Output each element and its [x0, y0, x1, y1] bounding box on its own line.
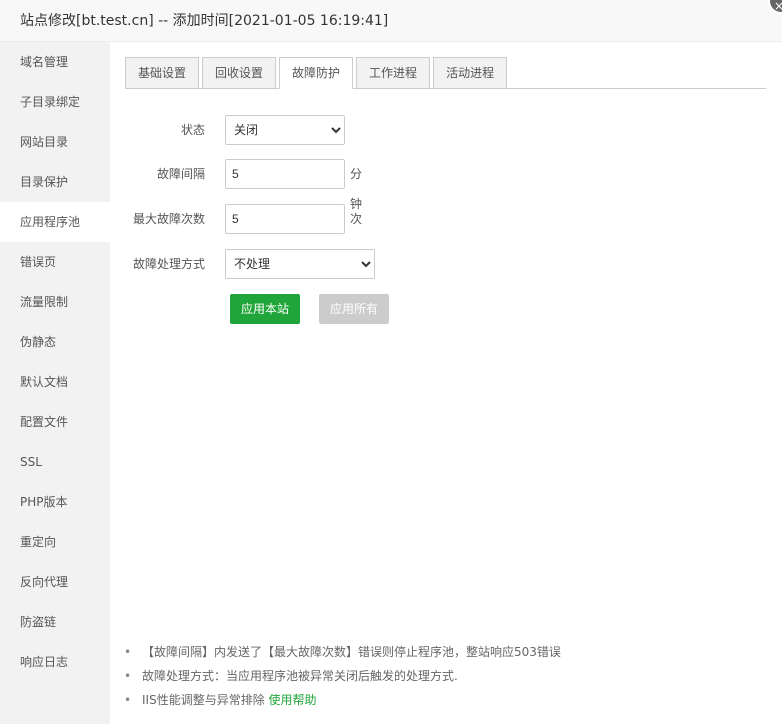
sidebar-item[interactable]: SSL — [0, 442, 110, 482]
status-label: 状态 — [180, 123, 205, 137]
sidebar-item[interactable]: PHP版本 — [0, 482, 110, 522]
sidebar: 域名管理 子目录绑定 网站目录 目录保护 应用程序池 错误页 流量限制 伪静态 … — [0, 42, 110, 724]
sidebar-item[interactable]: 伪静态 — [0, 322, 110, 362]
tab-bar: 基础设置 回收设置 故障防护 工作进程 活动进程 — [125, 57, 766, 89]
tab-recycle[interactable]: 回收设置 — [202, 57, 277, 89]
note-text: IIS性能调整与异常排除 — [142, 693, 269, 707]
main-panel: 基础设置 回收设置 故障防护 工作进程 活动进程 状态 关闭 故障间隔 分钟 最… — [110, 42, 782, 724]
sidebar-item[interactable]: 反向代理 — [0, 562, 110, 602]
sidebar-item[interactable]: 响应日志 — [0, 642, 110, 682]
dialog-title: 站点修改[bt.test.cn] -- 添加时间[2021-01-05 16:1… — [0, 0, 782, 42]
sidebar-item[interactable]: 网站目录 — [0, 122, 110, 162]
apply-site-button[interactable]: 应用本站 — [230, 294, 301, 324]
max-failures-unit: 次 — [350, 212, 363, 226]
sidebar-item[interactable]: 错误页 — [0, 242, 110, 282]
note-item: 【故障间隔】内发送了【最大故障次数】错误则停止程序池，整站响应503错误 — [122, 640, 561, 664]
sidebar-item[interactable]: 防盗链 — [0, 602, 110, 642]
help-link[interactable]: 使用帮助 — [269, 693, 317, 707]
sidebar-item-active[interactable]: 应用程序池 — [0, 202, 110, 242]
max-failures-label: 最大故障次数 — [132, 212, 205, 226]
sidebar-item[interactable]: 配置文件 — [0, 402, 110, 442]
tab-worker-process[interactable]: 工作进程 — [356, 57, 431, 89]
tab-fault-protection[interactable]: 故障防护 — [279, 57, 354, 89]
max-failures-input[interactable] — [225, 204, 345, 234]
mode-label: 故障处理方式 — [132, 257, 205, 271]
tab-basic[interactable]: 基础设置 — [125, 57, 200, 89]
interval-input[interactable] — [225, 159, 345, 189]
sidebar-item[interactable]: 域名管理 — [0, 42, 110, 82]
note-item: 故障处理方式：当应用程序池被异常关闭后触发的处理方式. — [122, 664, 561, 688]
help-notes: 【故障间隔】内发送了【最大故障次数】错误则停止程序池，整站响应503错误 故障处… — [122, 640, 561, 712]
sidebar-item[interactable]: 重定向 — [0, 522, 110, 562]
status-select[interactable]: 关闭 — [225, 115, 345, 145]
apply-all-button[interactable]: 应用所有 — [319, 294, 390, 324]
sidebar-item[interactable]: 目录保护 — [0, 162, 110, 202]
interval-label: 故障间隔 — [156, 167, 205, 181]
note-item: IIS性能调整与异常排除 使用帮助 — [122, 688, 561, 712]
mode-select[interactable]: 不处理 — [225, 249, 375, 279]
sidebar-item[interactable]: 子目录绑定 — [0, 82, 110, 122]
sidebar-item[interactable]: 默认文档 — [0, 362, 110, 402]
tab-active-process[interactable]: 活动进程 — [433, 57, 508, 89]
sidebar-item[interactable]: 流量限制 — [0, 282, 110, 322]
